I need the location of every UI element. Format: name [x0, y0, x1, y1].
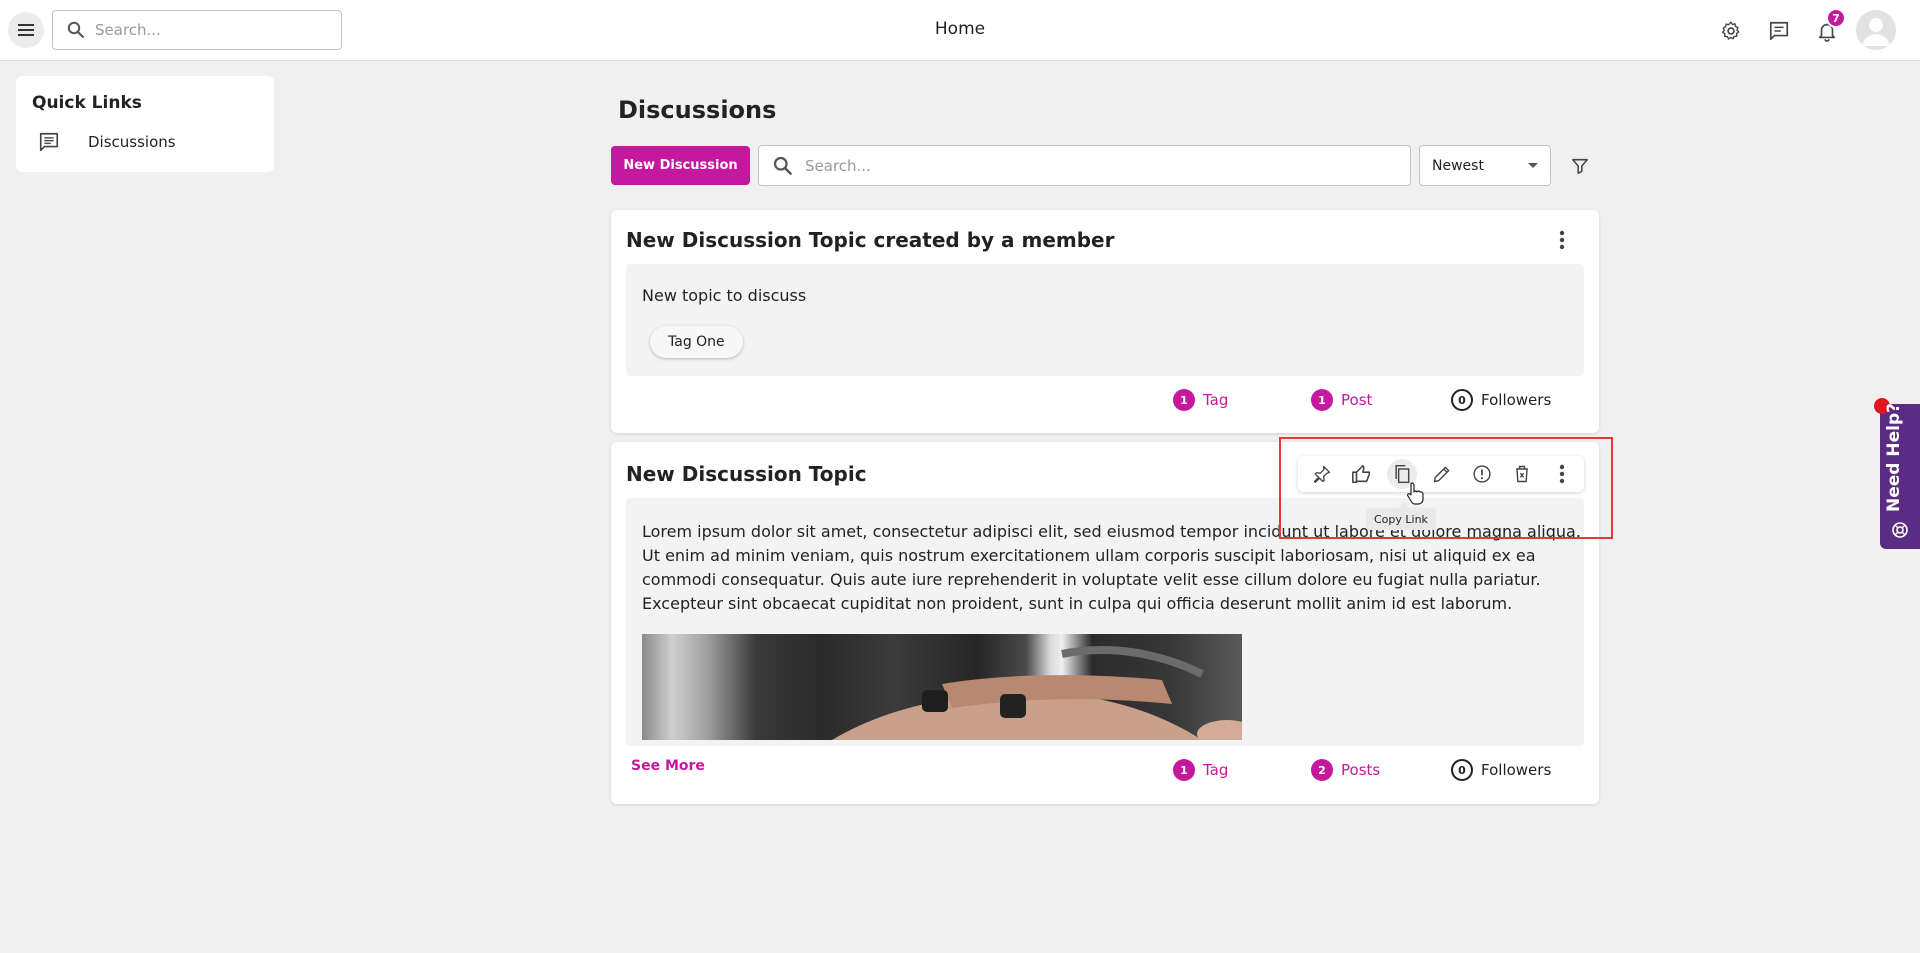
post-count-label: Posts: [1341, 761, 1381, 779]
sort-dropdown[interactable]: Newest: [1419, 145, 1551, 186]
page-title: Discussions: [618, 96, 777, 124]
post-count-badge: 1: [1311, 389, 1333, 411]
tag-count-label: Tag: [1203, 391, 1229, 409]
discussion-body-text: Lorem ipsum dolor sit amet, consectetur …: [642, 520, 1581, 616]
discussion-search-box[interactable]: [758, 145, 1411, 186]
like-button[interactable]: [1347, 459, 1377, 489]
hamburger-icon: [18, 24, 34, 36]
notification-count-badge: 7: [1826, 8, 1846, 28]
follower-count-label: Followers: [1481, 761, 1552, 779]
quick-links-title: Quick Links: [32, 93, 142, 113]
delete-icon: [1516, 465, 1528, 483]
discussion-body: New topic to discuss Tag One: [626, 264, 1584, 376]
post-count-label: Post: [1341, 391, 1373, 409]
report-button[interactable]: [1467, 459, 1497, 489]
discussion-title[interactable]: New Discussion Topic created by a member: [626, 228, 1114, 252]
follower-count[interactable]: 0 Followers: [1451, 389, 1551, 411]
top-search-input[interactable]: [95, 21, 315, 39]
tag-count-badge: 1: [1173, 389, 1195, 411]
copy-link-icon: [1395, 464, 1410, 484]
new-discussion-button[interactable]: New Discussion: [611, 146, 750, 185]
need-help-widget[interactable]: Need Help?: [1874, 398, 1920, 549]
search-icon: [773, 156, 793, 175]
follower-count-label: Followers: [1481, 391, 1552, 409]
filter-button[interactable]: [1564, 150, 1596, 182]
top-bar: Home 7: [0, 0, 1920, 61]
post-count-badge: 2: [1311, 759, 1333, 781]
body-line: Ut enim ad minim veniam, quis nostrum ex…: [642, 546, 1536, 565]
follower-count-badge: 0: [1451, 389, 1473, 411]
notifications-button[interactable]: 7: [1810, 8, 1846, 48]
settings-button[interactable]: [1714, 14, 1748, 48]
filter-icon: [1572, 158, 1588, 174]
search-icon: [67, 21, 85, 39]
chat-icon: [38, 131, 60, 153]
message-icon: [1769, 21, 1789, 41]
discussion-search-input[interactable]: [805, 156, 1385, 175]
discussion-image: [642, 634, 1242, 740]
menu-button[interactable]: [8, 12, 44, 48]
chevron-down-icon: [1528, 163, 1538, 168]
tag-count[interactable]: 1 Tag: [1173, 759, 1228, 781]
body-line: Excepteur sint obcaecat cupiditat non pr…: [642, 594, 1513, 613]
discussion-card: New Discussion Topic created by a member…: [611, 210, 1599, 433]
more-options-button[interactable]: [1547, 459, 1577, 489]
post-count[interactable]: 1 Post: [1311, 389, 1372, 411]
body-line: Lorem ipsum dolor sit amet, consectetur …: [642, 522, 1581, 541]
discussion-title[interactable]: New Discussion Topic: [626, 462, 867, 486]
quick-links-panel: Quick Links Discussions: [16, 76, 274, 172]
sidebar-item-label: Discussions: [88, 133, 176, 151]
pin-button[interactable]: [1307, 459, 1337, 489]
report-icon: [1473, 465, 1491, 483]
messages-button[interactable]: [1762, 14, 1796, 48]
see-more-link[interactable]: See More: [631, 758, 705, 774]
discussion-card: New Discussion Topic Lorem ipsum dolor s…: [611, 442, 1599, 804]
sidebar-item-discussions[interactable]: Discussions: [24, 124, 266, 160]
delete-button[interactable]: [1507, 459, 1537, 489]
follower-count[interactable]: 0 Followers: [1451, 759, 1551, 781]
post-count[interactable]: 2 Posts: [1311, 759, 1380, 781]
tag-count[interactable]: 1 Tag: [1173, 389, 1228, 411]
top-search-box[interactable]: [52, 10, 342, 50]
user-icon: [1862, 18, 1890, 46]
tag-count-badge: 1: [1173, 759, 1195, 781]
copy-link-button[interactable]: [1387, 459, 1417, 489]
discussion-body-text: New topic to discuss: [642, 286, 807, 305]
body-line: commodi consequatur. Quis aute iure repr…: [642, 570, 1541, 589]
need-help-label: Need Help?: [1884, 403, 1904, 512]
more-vertical-icon: [1559, 464, 1565, 484]
follower-count-badge: 0: [1451, 759, 1473, 781]
sort-selected-value: Newest: [1432, 157, 1484, 174]
tag-count-label: Tag: [1203, 761, 1229, 779]
copy-link-tooltip: Copy Link: [1366, 502, 1436, 530]
discussion-action-toolbar: [1298, 456, 1584, 492]
tag-chip[interactable]: Tag One: [650, 326, 743, 358]
discussion-body: Lorem ipsum dolor sit amet, consectetur …: [626, 498, 1584, 746]
gear-icon: [1721, 21, 1740, 40]
user-avatar[interactable]: [1856, 10, 1896, 50]
pin-icon: [1313, 465, 1331, 483]
more-options-button[interactable]: [1547, 225, 1577, 255]
lifebuoy-icon: [1891, 521, 1909, 539]
more-vertical-icon: [1559, 230, 1565, 250]
edit-button[interactable]: [1427, 459, 1457, 489]
like-icon: [1352, 464, 1371, 484]
edit-icon: [1433, 466, 1450, 483]
